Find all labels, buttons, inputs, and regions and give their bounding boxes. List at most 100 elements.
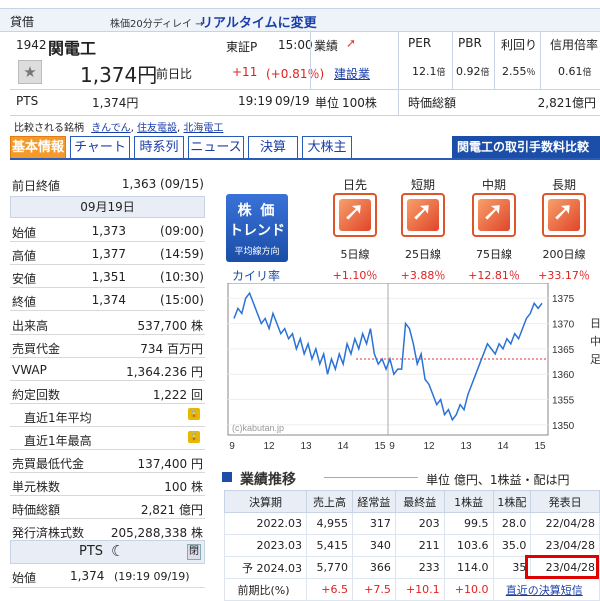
stat-row: 売買最低代金 137,400 円 xyxy=(10,450,205,473)
trend-badge-line1: 株 価 xyxy=(237,203,277,219)
compare-link-kinden[interactable]: きんでん xyxy=(91,123,131,134)
stat-label: 売買代金 xyxy=(12,342,61,356)
compare-row: 比較される銘柄 きんでん, 住友電設, 北海電工 xyxy=(14,123,224,134)
trend-arrow-button[interactable]: ➚ xyxy=(472,193,516,237)
lock-icon[interactable]: 🔒 xyxy=(188,431,200,443)
pts-time: 19:19 xyxy=(238,94,273,108)
trend-badge-line2: トレンド xyxy=(229,223,285,239)
chart-y-label: 1360 xyxy=(552,370,575,381)
gyoseki-cell: 28.0 xyxy=(492,512,532,535)
stat-label: 直近1年最高 xyxy=(24,434,92,448)
pts-price: 1,374円 xyxy=(92,96,139,110)
moon-icon: ☾ xyxy=(111,542,125,560)
gyoseki-cell: 340 xyxy=(351,534,396,557)
trend-kairi: +3.88％ xyxy=(400,269,446,282)
trend-up-arrow-icon: ➚ xyxy=(478,197,510,231)
metric-credit-value: 0.61倍 xyxy=(558,65,592,78)
gyoseki-table: 決算期 売上高 経常益 最終益 1株益 1株配 発表日 2022.03 4,955 317 203… xyxy=(224,490,600,601)
stat-value: 137,400 円 xyxy=(137,457,203,471)
stat-label: 売買最低代金 xyxy=(12,457,85,471)
compare-link-sumitomo[interactable]: 住友電設 xyxy=(137,123,177,134)
ohlc-label: 高値 xyxy=(12,249,37,263)
gyoseki-cell: 22/04/28 xyxy=(530,512,600,535)
stat-label: VWAP xyxy=(12,363,47,377)
stat-label: 直近1年平均 xyxy=(24,411,92,425)
ohlc-value: 1,373 xyxy=(91,224,126,238)
tab-kessan[interactable]: 決算 xyxy=(248,136,298,158)
industry-link[interactable]: 建設業 xyxy=(334,65,370,82)
ohlc-value: 1,351 xyxy=(91,270,126,284)
stat-row: 発行済株式数 205,288,338 株 xyxy=(10,519,205,542)
gyoseki-cell: 114.0 xyxy=(443,556,494,579)
trend-kairi: +1.10％ xyxy=(332,269,378,282)
ohlc-value: 1,374 xyxy=(91,293,126,307)
trend-arrow-button[interactable]: ➚ xyxy=(542,193,586,237)
pts-close-button[interactable]: 閉 xyxy=(187,544,201,560)
chart-x-label: 15 xyxy=(534,441,546,452)
gyoseki-cell: 2023.03 xyxy=(224,534,307,557)
ohlc-time: (09:00) xyxy=(160,224,204,238)
gyoseki-link[interactable]: 業績 xyxy=(314,37,338,54)
chart-y-label: 1365 xyxy=(552,345,575,356)
chart-x-label: 9 xyxy=(389,441,395,452)
trend-arrow-button[interactable]: ➚ xyxy=(401,193,445,237)
pts-row-time: (19:19 09/19) xyxy=(114,570,190,583)
chart-x-label: 14 xyxy=(497,441,509,452)
stock-name: 関電工 xyxy=(48,39,97,58)
chart-x-label: 9 xyxy=(229,441,235,452)
chart-x-label: 15 xyxy=(374,441,386,452)
gyoseki-row: 2022.03 4,955 317 203 99.5 28.0 22/04/28 xyxy=(224,512,600,535)
tab-jikeiretsu[interactable]: 時系列 xyxy=(134,136,184,158)
chart-x-label: 14 xyxy=(337,441,349,452)
stat-row: 売買代金 734 百万円 xyxy=(10,335,205,358)
ohlc-row: 安値 1,351 (10:30) xyxy=(10,265,205,288)
trend-arrow-button[interactable]: ➚ xyxy=(333,193,377,237)
compare-link-hokkai[interactable]: 北海電工 xyxy=(183,123,223,134)
tab-underline xyxy=(10,158,600,160)
tab-kabunushi[interactable]: 大株主 xyxy=(302,136,352,158)
ohlc-time: (14:59) xyxy=(160,247,204,261)
stat-row: 時価総額 2,821 億円 xyxy=(10,496,205,519)
trend-up-arrow-icon: ➚ xyxy=(339,197,371,231)
lock-icon[interactable]: 🔒 xyxy=(188,408,200,420)
gyoseki-compare-cell: +10.1 xyxy=(394,578,445,601)
trend-period: 中期 xyxy=(481,178,506,192)
stat-value: 2,821 億円 xyxy=(140,503,203,517)
metric-pbr-value: 0.92倍 xyxy=(456,65,490,78)
gyoseki-title: 業績推移 xyxy=(240,472,296,488)
realtime-link[interactable]: リアルタイムに変更 xyxy=(200,12,317,31)
chart-y-label: 1375 xyxy=(552,294,575,305)
tab-kihon[interactable]: 基本情報 xyxy=(10,136,66,158)
ohlc-label: 始値 xyxy=(12,226,37,240)
gyoseki-col-header: 売上高 xyxy=(305,490,353,513)
metric-pbr-label: PBR xyxy=(458,36,482,50)
stat-row: 直近1年平均 🔒 xyxy=(10,404,205,427)
stat-value: 205,288,338 株 xyxy=(110,526,203,540)
gyoseki-row: 2023.03 5,415 340 211 103.6 35.0 23/04/28 xyxy=(224,534,600,557)
metric-per-label: PER xyxy=(408,36,432,50)
chart-x-label: 12 xyxy=(423,441,435,452)
tab-chart[interactable]: チャート xyxy=(70,136,130,158)
stat-value: 100 株 xyxy=(164,480,203,494)
gyoseki-cell: 2022.03 xyxy=(224,512,307,535)
chart-x-label: 13 xyxy=(300,441,312,452)
gyoseki-cell: 317 xyxy=(351,512,396,535)
unit-value: 100株 xyxy=(342,96,377,110)
stat-value: 1,222 回 xyxy=(152,388,203,402)
kessan-link[interactable]: 直近の決算短信 xyxy=(506,584,583,597)
ohlc-time: (10:30) xyxy=(160,270,204,284)
delay-note: 株価20分ディレイ → xyxy=(110,19,204,30)
favorite-star-icon[interactable]: ★ xyxy=(18,60,42,84)
gyoseki-cell: 35.0 xyxy=(492,534,532,557)
intraday-chart: 9 12 13 14 15 9 12 13 14 151375137013651360135513… xyxy=(227,283,600,452)
pts-row-label: 始値 xyxy=(12,571,37,585)
gyoseki-compare-row: 前期比(%) +6.5 +7.5 +10.1 +10.0 直近の決算短信 xyxy=(224,578,600,601)
pts-box-title: PTS xyxy=(79,544,104,559)
taishaku-tag: 貸借 xyxy=(10,15,35,29)
tab-news[interactable]: ニュース xyxy=(188,136,244,158)
stat-row: 出来高 537,700 株 xyxy=(10,312,205,335)
gyoseki-compare-label: 前期比(%) xyxy=(224,578,307,601)
stat-row: 約定回数 1,222 回 xyxy=(10,381,205,404)
up-arrow-icon: ➚ xyxy=(346,36,357,50)
fee-comparison-banner[interactable]: 関電工の取引手数料比較 xyxy=(452,136,600,158)
